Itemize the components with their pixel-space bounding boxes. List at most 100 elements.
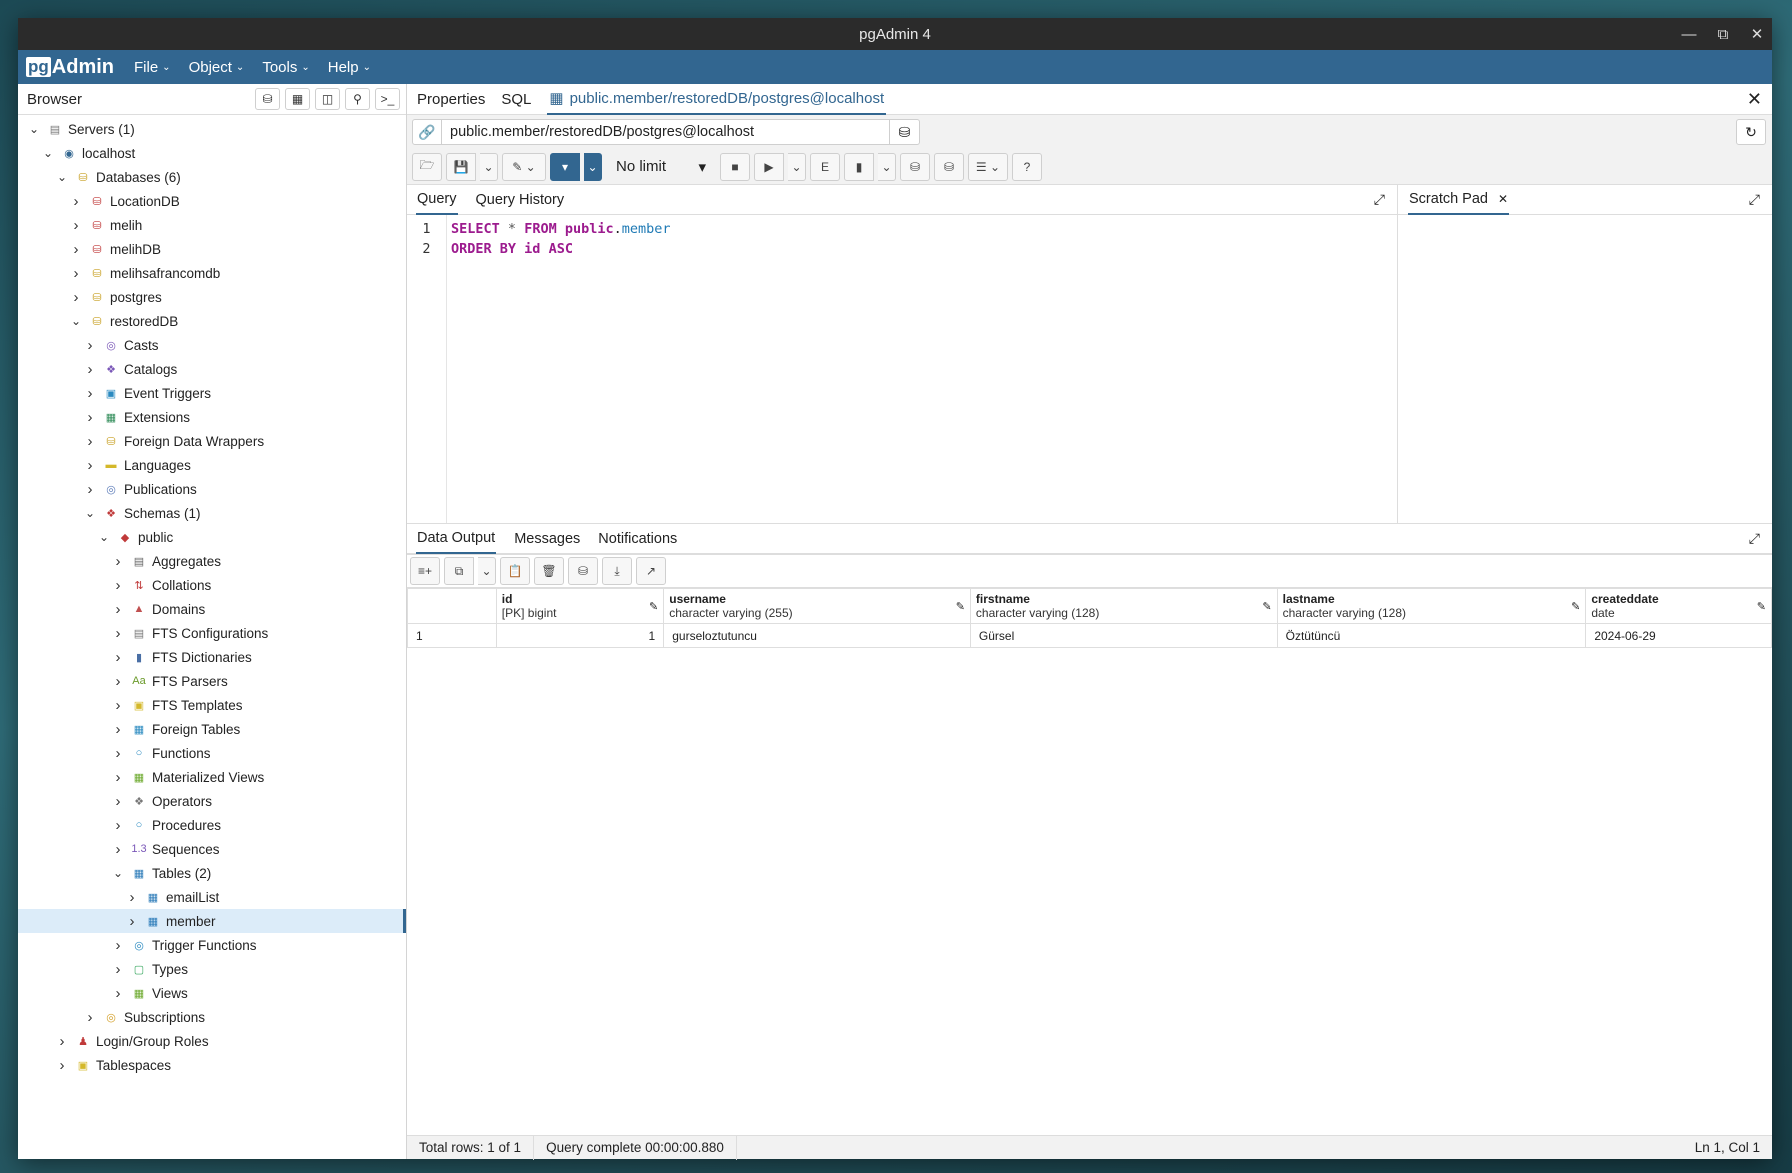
tree-item-publications[interactable]: › ◎ Publications <box>18 477 406 501</box>
download-icon[interactable]: ⤓ <box>602 557 632 585</box>
save-dropdown-chevron-icon[interactable]: ⌄ <box>480 152 498 181</box>
expand-icon[interactable]: ⤢ <box>1749 191 1760 208</box>
tree-item-locationdb[interactable]: › ⛁ LocationDB <box>18 189 406 213</box>
filtered-rows-icon[interactable]: ◫ <box>315 88 340 110</box>
close-tab-icon[interactable]: ✕ <box>1747 89 1762 110</box>
chevron-right-icon[interactable]: › <box>68 217 84 234</box>
cell-firstname[interactable]: Gürsel <box>969 623 1278 648</box>
tree-item-extensions[interactable]: › ▦ Extensions <box>18 405 406 429</box>
edit-icon[interactable]: ✎ <box>649 600 658 613</box>
tree-item-aggregates[interactable]: › ▤ Aggregates <box>18 549 406 573</box>
chevron-right-icon[interactable]: › <box>110 793 126 810</box>
tree-item-emaillist[interactable]: › ▦ emailList <box>18 885 406 909</box>
chevron-down-icon[interactable]: ⌄ <box>54 170 70 184</box>
chevron-right-icon[interactable]: › <box>68 265 84 282</box>
chevron-right-icon[interactable]: › <box>110 721 126 738</box>
tree-item-melihsafrancomdb[interactable]: › ⛁ melihsafrancomdb <box>18 261 406 285</box>
menu-file[interactable]: File ⌄ <box>134 59 171 76</box>
connection-select[interactable]: public.member/restoredDB/postgres@localh… <box>442 119 890 145</box>
stop-icon[interactable]: ■ <box>720 152 750 181</box>
chevron-down-icon[interactable]: ⌄ <box>26 122 42 136</box>
menu-object[interactable]: Object ⌄ <box>189 59 245 76</box>
chevron-down-icon[interactable]: ⌄ <box>82 506 98 520</box>
chevron-right-icon[interactable]: › <box>82 1009 98 1026</box>
psql-terminal-icon[interactable]: >_ <box>375 88 400 110</box>
graph-icon[interactable]: ↗ <box>636 557 666 585</box>
tab-scratch-pad[interactable]: Scratch Pad ✕ <box>1408 185 1510 215</box>
help-icon[interactable]: ? <box>1012 152 1042 181</box>
tree-item-login-group-roles[interactable]: › ♟ Login/Group Roles <box>18 1029 406 1053</box>
tab-data-output[interactable]: Data Output <box>416 524 497 554</box>
tree-item-procedures[interactable]: › ○ Procedures <box>18 813 406 837</box>
chevron-right-icon[interactable]: › <box>124 889 140 906</box>
chevron-right-icon[interactable]: › <box>82 361 98 378</box>
chevron-right-icon[interactable]: › <box>110 673 126 690</box>
tree-item-tablespaces[interactable]: › ▣ Tablespaces <box>18 1053 406 1077</box>
chevron-down-icon[interactable]: ⌄ <box>96 530 112 544</box>
tree-item-public[interactable]: ⌄ ◆ public <box>18 525 406 549</box>
tree-item-functions[interactable]: › ○ Functions <box>18 741 406 765</box>
chevron-right-icon[interactable]: › <box>54 1033 70 1050</box>
column-header-lastname[interactable]: ✎ lastname character varying (128) <box>1276 588 1587 624</box>
menu-help[interactable]: Help ⌄ <box>328 59 371 76</box>
tree-item-casts[interactable]: › ◎ Casts <box>18 333 406 357</box>
column-header-username[interactable]: ✎ username character varying (255) <box>663 588 971 624</box>
chevron-right-icon[interactable]: › <box>110 601 126 618</box>
chevron-right-icon[interactable]: › <box>124 913 140 930</box>
chevron-down-icon[interactable]: ⌄ <box>40 146 56 160</box>
filter-dropdown-chevron-icon[interactable]: ⌄ <box>584 152 602 181</box>
tree-item-fts-dictionaries[interactable]: › ▮ FTS Dictionaries <box>18 645 406 669</box>
chevron-right-icon[interactable]: › <box>82 385 98 402</box>
edit-icon[interactable]: ✎ <box>1757 600 1766 613</box>
tree-item-operators[interactable]: › ❖ Operators <box>18 789 406 813</box>
column-header-createddate[interactable]: ✎ createddate date <box>1585 588 1772 624</box>
close-icon[interactable]: ✕ <box>1498 192 1508 206</box>
maximize-icon[interactable]: ⧉ <box>1716 26 1730 43</box>
cell-id[interactable]: 1 <box>495 623 665 648</box>
chevron-right-icon[interactable]: › <box>110 649 126 666</box>
tree-item-fts-templates[interactable]: › ▣ FTS Templates <box>18 693 406 717</box>
tree-item-melih[interactable]: › ⛁ melih <box>18 213 406 237</box>
tree-item-domains[interactable]: › ▲ Domains <box>18 597 406 621</box>
tree-item-databases-6[interactable]: ⌄ ⛁ Databases (6) <box>18 165 406 189</box>
sql-editor[interactable]: 1 2 SELECT * FROM public.member ORDER BY… <box>407 215 1397 523</box>
tab-properties[interactable]: Properties <box>417 84 485 115</box>
chevron-right-icon[interactable]: › <box>82 409 98 426</box>
row-limit-select[interactable]: No limit ▾ <box>606 153 716 181</box>
tree-item-subscriptions[interactable]: › ◎ Subscriptions <box>18 1005 406 1029</box>
tree-item-catalogs[interactable]: › ❖ Catalogs <box>18 357 406 381</box>
tab-query[interactable]: Query <box>416 185 458 215</box>
tree-item-event-triggers[interactable]: › ▣ Event Triggers <box>18 381 406 405</box>
tree-item-fts-configurations[interactable]: › ▤ FTS Configurations <box>18 621 406 645</box>
search-icon[interactable]: ⚲ <box>345 88 370 110</box>
explain-icon[interactable]: E <box>810 152 840 181</box>
chevron-right-icon[interactable]: › <box>110 841 126 858</box>
paste-icon[interactable]: 📋 <box>500 557 530 585</box>
tree-item-materialized-views[interactable]: › ▦ Materialized Views <box>18 765 406 789</box>
tree-item-collations[interactable]: › ⇅ Collations <box>18 573 406 597</box>
chevron-right-icon[interactable]: › <box>82 337 98 354</box>
tree-item-fts-parsers[interactable]: › Aa FTS Parsers <box>18 669 406 693</box>
connection-status-icon[interactable]: 🔗 <box>412 119 442 145</box>
explain-analyze-icon[interactable]: ▮ <box>844 152 874 181</box>
chevron-right-icon[interactable]: › <box>110 937 126 954</box>
chevron-right-icon[interactable]: › <box>54 1057 70 1074</box>
commit-icon[interactable]: ⛁ <box>900 152 930 181</box>
rollback-icon[interactable]: ⛁ <box>934 152 964 181</box>
delete-icon[interactable]: 🗑 <box>534 557 564 585</box>
tree-item-tables-2[interactable]: ⌄ ▦ Tables (2) <box>18 861 406 885</box>
edit-icon[interactable]: ✎ <box>1571 600 1580 613</box>
open-file-icon[interactable]: 🗁 <box>412 152 442 181</box>
menu-tools[interactable]: Tools ⌄ <box>262 59 309 76</box>
explain-dropdown-chevron-icon[interactable]: ⌄ <box>878 152 896 181</box>
tree-item-views[interactable]: › ▦ Views <box>18 981 406 1005</box>
tab-query-history[interactable]: Query History <box>476 185 565 215</box>
chevron-right-icon[interactable]: › <box>82 433 98 450</box>
expand-icon[interactable]: ⤢ <box>1374 191 1385 208</box>
execute-icon[interactable]: ▶ <box>754 152 784 181</box>
database-icon[interactable]: ⛁ <box>890 119 920 145</box>
save-file-icon[interactable]: 💾 <box>446 152 476 181</box>
tab-messages[interactable]: Messages <box>514 524 580 554</box>
tree-item-localhost[interactable]: ⌄ ◉ localhost <box>18 141 406 165</box>
tree-item-schemas-1[interactable]: ⌄ ❖ Schemas (1) <box>18 501 406 525</box>
